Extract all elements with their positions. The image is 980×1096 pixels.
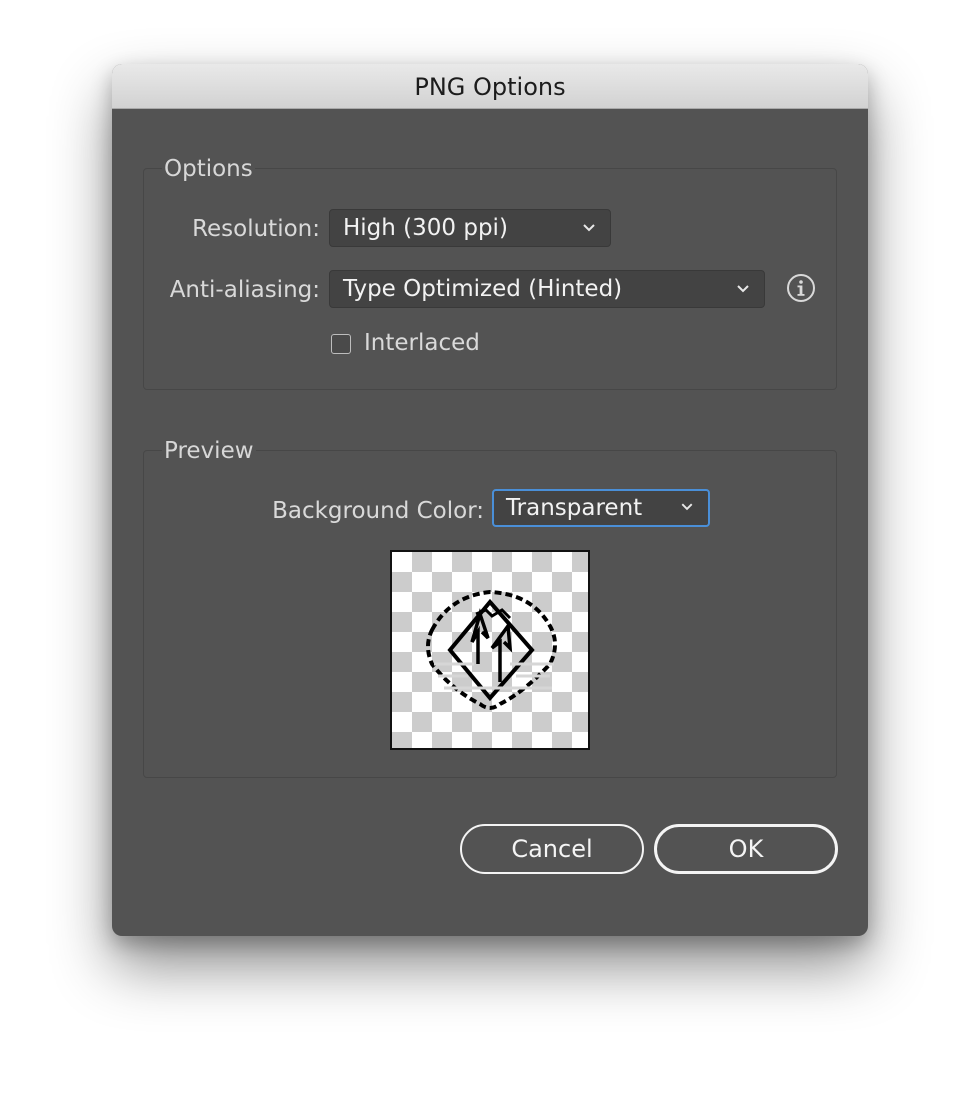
- background-color-label: Background Color:: [272, 498, 484, 524]
- anti-aliasing-label: Anti-aliasing:: [169, 277, 320, 303]
- preview-artwork: [426, 589, 557, 710]
- chevron-down-icon: [737, 285, 749, 293]
- resolution-value: High (300 ppi): [343, 215, 508, 241]
- options-group-title: Options: [162, 156, 255, 182]
- cancel-button[interactable]: Cancel: [460, 824, 644, 874]
- chevron-down-icon: [583, 224, 595, 232]
- dialog-title: PNG Options: [112, 64, 868, 109]
- chevron-down-icon: [681, 503, 693, 511]
- preview-thumbnail: [390, 550, 590, 750]
- background-color-select[interactable]: Transparent: [492, 489, 710, 527]
- info-circle-icon[interactable]: [786, 273, 816, 303]
- background-color-value: Transparent: [506, 495, 643, 521]
- ok-button[interactable]: OK: [654, 824, 838, 874]
- resolution-label: Resolution:: [192, 216, 320, 242]
- preview-group-title: Preview: [162, 438, 256, 464]
- anti-aliasing-value: Type Optimized (Hinted): [343, 276, 623, 302]
- interlaced-checkbox[interactable]: [331, 334, 351, 354]
- png-options-dialog: PNG Options Options Resolution: High (30…: [112, 64, 868, 936]
- resolution-select[interactable]: High (300 ppi): [329, 209, 611, 247]
- interlaced-label[interactable]: Interlaced: [364, 330, 480, 356]
- anti-aliasing-select[interactable]: Type Optimized (Hinted): [329, 270, 765, 308]
